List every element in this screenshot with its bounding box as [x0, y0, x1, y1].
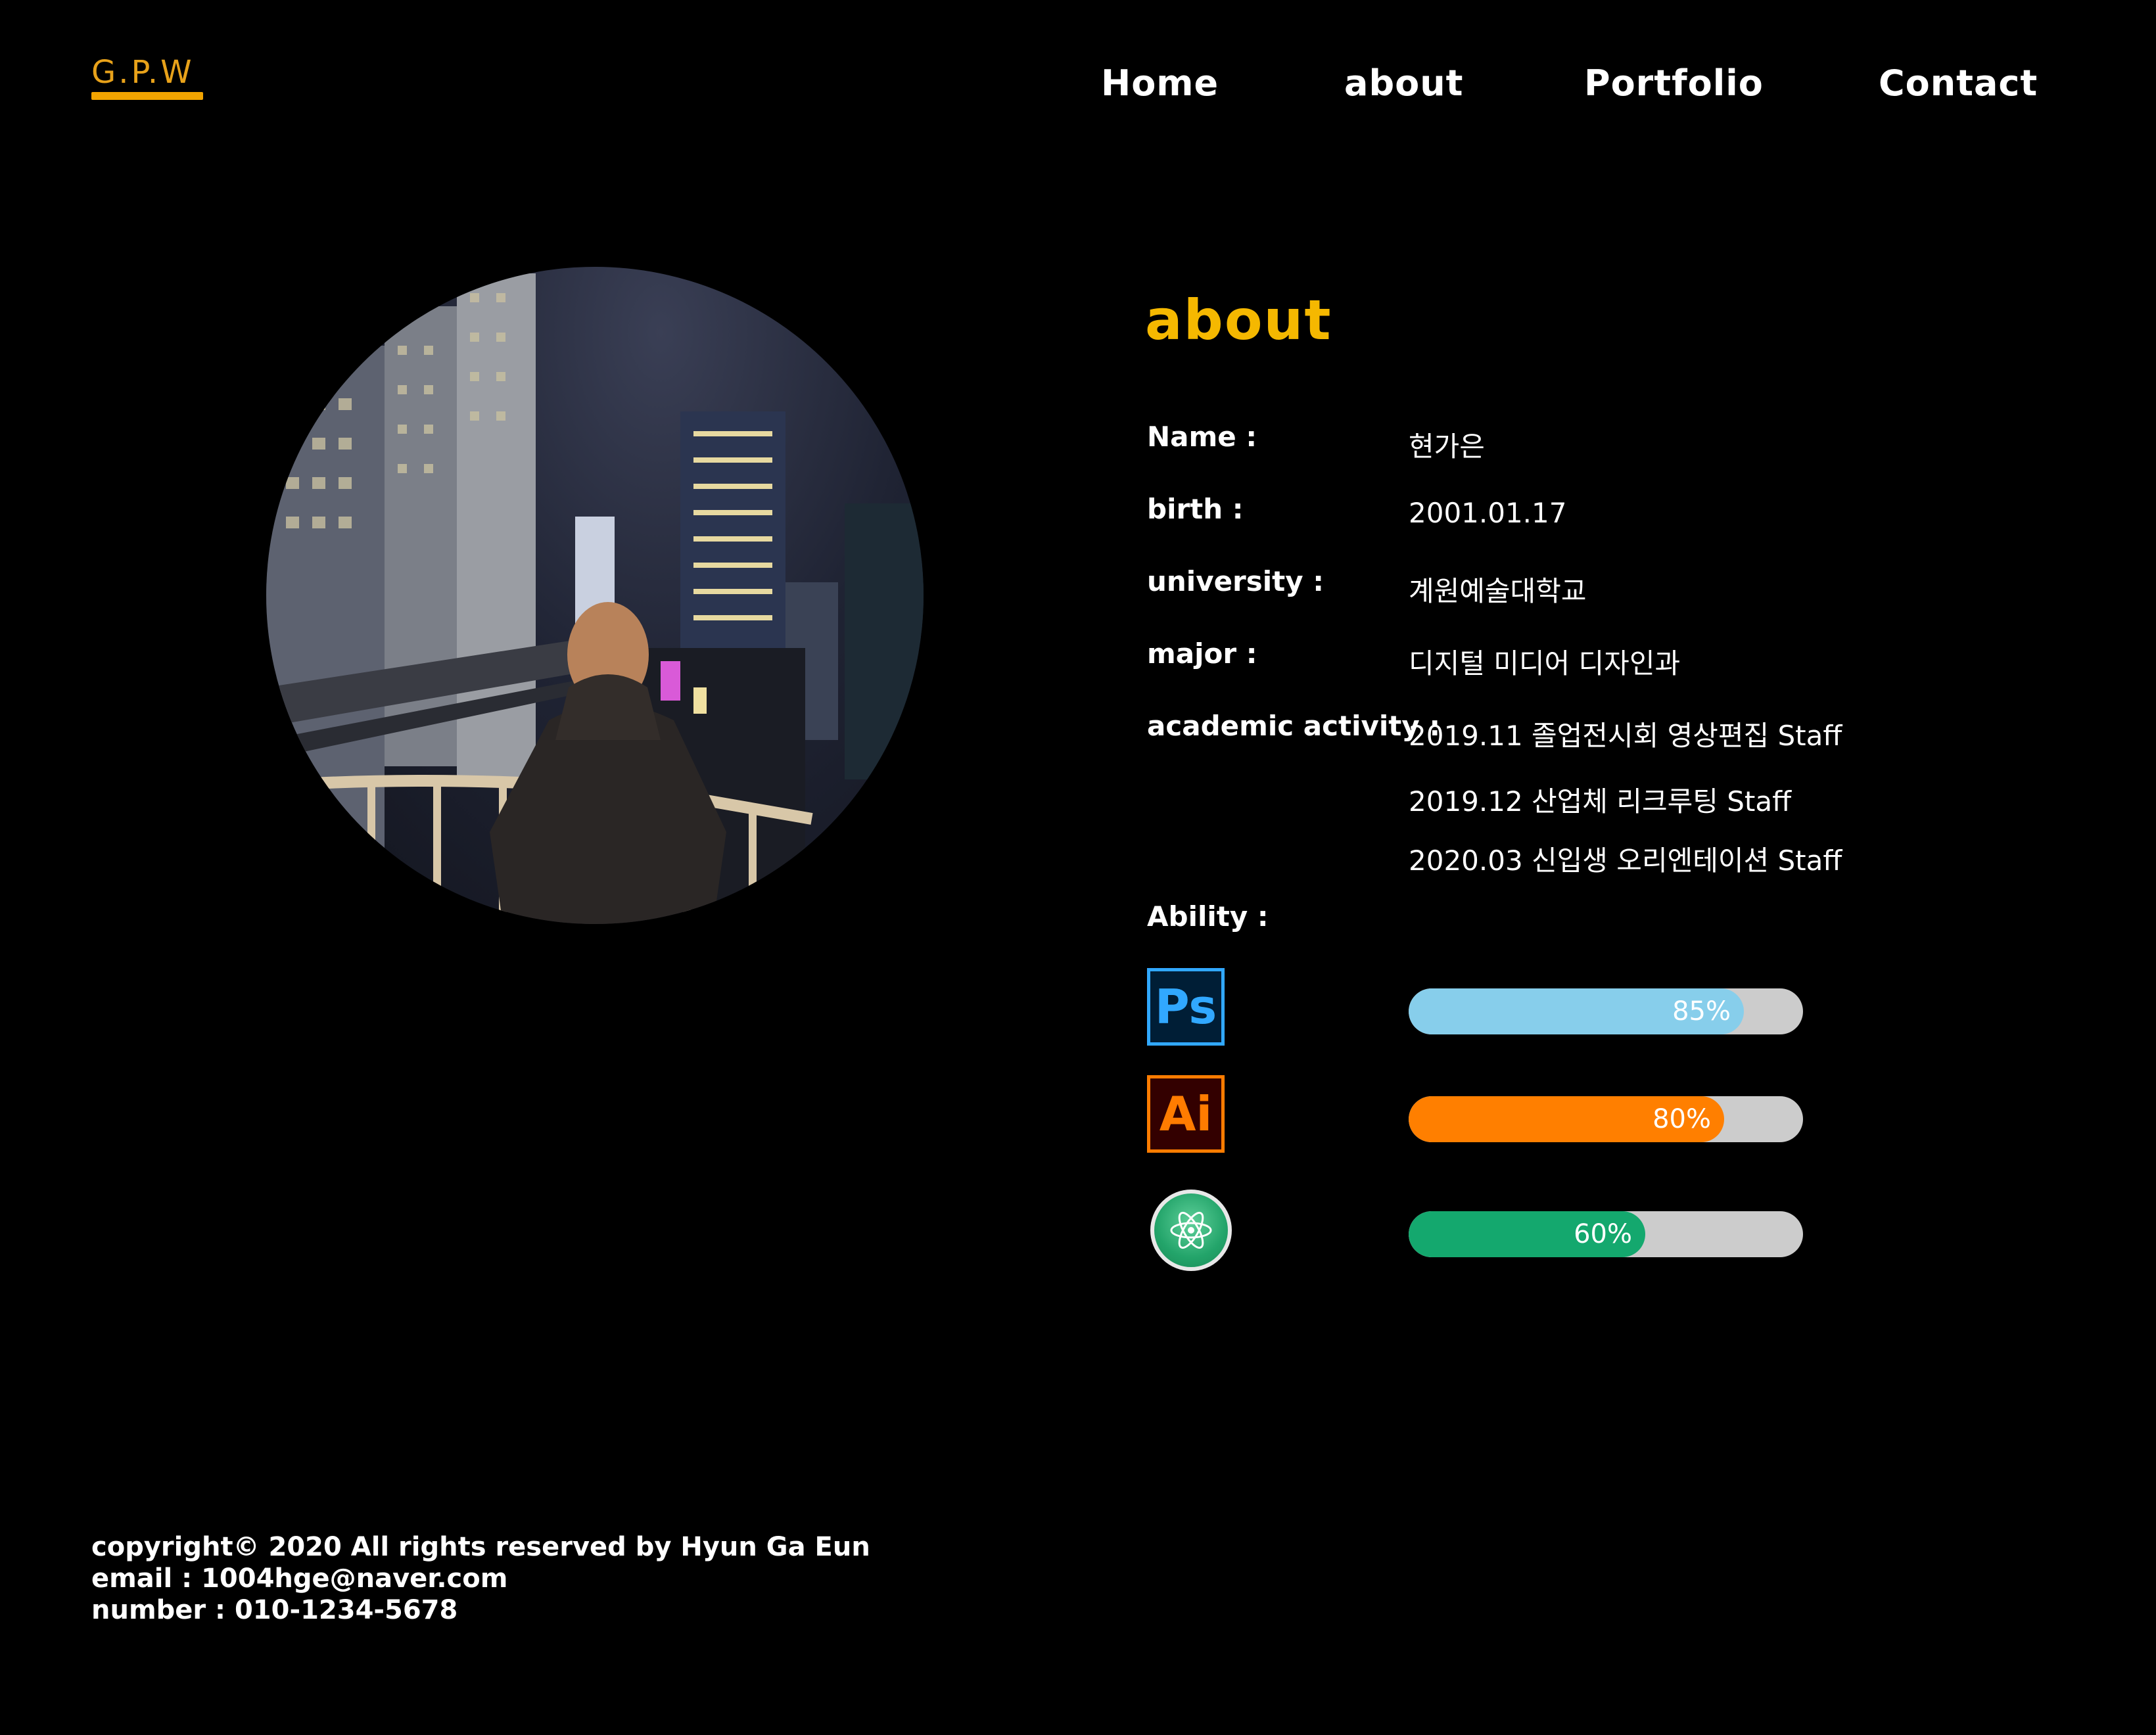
name-label: Name : [1147, 421, 1257, 453]
university-label: university : [1147, 565, 1324, 597]
activity-value-1: 2019.11 졸업전시회 영상편집 Staff [1409, 720, 1842, 752]
illustrator-icon: Ai [1147, 1075, 1225, 1153]
skill-bar-atom: 60% [1409, 1211, 1803, 1257]
major-value: 디지털 미디어 디자인과 [1409, 647, 1681, 680]
activity-label: academic activity : [1147, 710, 1441, 742]
skill-percent: 60% [1574, 1219, 1632, 1249]
skill-bar-illustrator: 80% [1409, 1096, 1803, 1142]
logo-text: G.P.W [91, 54, 195, 91]
profile-photo [266, 267, 924, 924]
skill-percent: 80% [1652, 1104, 1711, 1134]
birth-value: 2001.01.17 [1409, 497, 1567, 529]
atom-glyph [1170, 1211, 1212, 1249]
activity-value-2: 2019.12 산업체 리크루팅 Staff [1409, 785, 1792, 818]
section-title: about [1145, 288, 1332, 352]
logo-underline [91, 92, 203, 100]
ability-label: Ability : [1147, 900, 1269, 933]
name-value: 현가은 [1409, 430, 1485, 463]
nav-portfolio-link[interactable]: Portfolio [1584, 62, 1764, 104]
nav-home-link[interactable]: Home [1101, 62, 1219, 104]
footer-copyright: copyright© 2020 All rights reserved by H… [91, 1532, 870, 1562]
city-night-scene [266, 273, 924, 924]
skill-bar-photoshop: 85% [1409, 988, 1803, 1034]
university-value: 계원예술대학교 [1409, 575, 1587, 607]
atom-icon [1150, 1190, 1232, 1271]
footer-number: number : 010-1234-5678 [91, 1595, 458, 1625]
birth-label: birth : [1147, 493, 1244, 525]
major-label: major : [1147, 637, 1257, 670]
photoshop-icon: Ps [1147, 968, 1225, 1046]
footer: copyright© 2020 All rights reserved by H… [91, 1531, 870, 1626]
footer-email: email : 1004hge@naver.com [91, 1563, 508, 1594]
skill-percent: 85% [1672, 996, 1731, 1027]
nav-about-link[interactable]: about [1344, 62, 1463, 104]
activity-value-3: 2020.03 신입생 오리엔테이션 Staff [1409, 844, 1842, 877]
nav-contact-link[interactable]: Contact [1879, 62, 2038, 104]
logo[interactable]: G.P.W [91, 54, 203, 100]
